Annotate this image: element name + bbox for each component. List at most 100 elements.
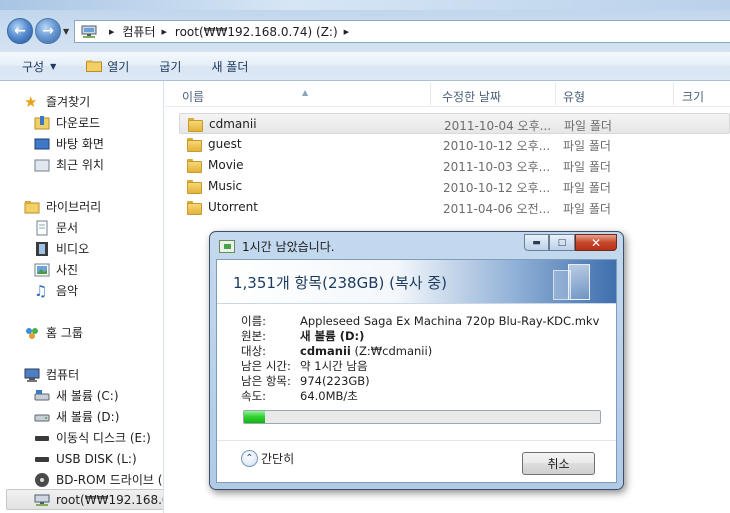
nav-recent[interactable]: 최근 위치 [34, 154, 104, 175]
nav-network-drive[interactable]: root(₩₩192.168.0.7 [6, 489, 163, 510]
window-controls: ▬ □ ✕ [524, 234, 617, 251]
breadcrumb-network-drive[interactable]: root(₩₩192.168.0.74) (Z:) [175, 25, 338, 39]
source-label: 원본: [241, 329, 267, 343]
usb-drive-icon [35, 456, 49, 462]
copy-progress-dialog[interactable]: 1시간 남았습니다. ▬ □ ✕ 1,351개 항목(238GB) (복사 중)… [209, 231, 624, 490]
folder-icon [187, 179, 202, 194]
open-folder-icon [86, 60, 103, 72]
nav-computer[interactable]: 컴퓨터 [24, 364, 79, 385]
minimize-icon: ▬ [532, 237, 541, 248]
nav-drive-d-label: 새 볼륨 (D:) [56, 410, 120, 424]
table-row[interactable]: Movie 2011-10-03 오후... 파일 폴더 [179, 155, 730, 176]
destination-value[interactable]: cdmanii [300, 344, 351, 358]
dialog-body: 1,351개 항목(238GB) (복사 중) 이름: Appleseed Sag… [216, 259, 617, 483]
cancel-button[interactable]: 취소 [522, 452, 595, 475]
file-type: 파일 폴더 [563, 181, 611, 195]
file-type: 파일 폴더 [563, 160, 611, 174]
nav-videos[interactable]: 비디오 [34, 238, 89, 259]
nav-favorites[interactable]: ★ 즐겨찾기 [24, 91, 90, 112]
name-value: Appleseed Saga Ex Machina 720p Blu-Ray-K… [300, 314, 600, 328]
nav-drive-l[interactable]: USB DISK (L:) [34, 448, 137, 469]
optical-disc-icon [35, 472, 49, 487]
nav-homegroup-label: 홈 그룹 [46, 326, 83, 340]
address-field[interactable]: ▶ 컴퓨터 ▶ root(₩₩192.168.0.74) (Z:) ▶ [74, 20, 730, 43]
nav-computer-label: 컴퓨터 [46, 368, 80, 382]
address-bar-area: ← → ▼ ▶ 컴퓨터 ▶ root(₩₩192.168.0.74) (Z:) … [0, 0, 730, 52]
new-folder-button[interactable]: 새 폴더 [193, 52, 260, 80]
breadcrumb-separator-icon[interactable]: ▶ [109, 28, 114, 36]
history-dropdown-icon[interactable]: ▼ [63, 27, 69, 36]
column-divider[interactable] [555, 83, 556, 105]
breadcrumb-separator-icon[interactable]: ▶ [344, 28, 349, 36]
breadcrumb-computer[interactable]: 컴퓨터 [122, 23, 155, 40]
film-icon [36, 241, 48, 256]
file-name: guest [208, 137, 242, 151]
file-date: 2010-10-12 오후... [443, 139, 551, 153]
nav-downloads-label: 다운로드 [56, 116, 101, 130]
items-remaining-value: 974(223GB) [300, 374, 370, 388]
command-bar: 구성 ▼ 열기 굽기 새 폴더 [0, 52, 730, 81]
nav-drive-c-label: 새 볼륨 (C:) [56, 389, 119, 403]
nav-pictures[interactable]: 사진 [34, 259, 78, 280]
library-icon [24, 200, 40, 213]
nav-drive-l-label: USB DISK (L:) [56, 451, 137, 466]
column-date-modified[interactable]: 수정한 날짜 [442, 88, 501, 105]
downloads-folder-icon [34, 115, 50, 129]
nav-desktop[interactable]: 바탕 화면 [34, 133, 104, 154]
source-value[interactable]: 새 볼륨 (D:) [300, 329, 364, 343]
table-row[interactable]: Utorrent 2011-04-06 오전... 파일 폴더 [179, 197, 730, 218]
dialog-title-bar[interactable]: 1시간 남았습니다. [219, 238, 335, 255]
column-size[interactable]: 크기 [682, 88, 704, 105]
copy-icon [219, 240, 235, 253]
copy-headline: 1,351개 항목(238GB) (복사 중) [233, 274, 447, 292]
folder-icon [188, 117, 203, 132]
progress-fill [244, 411, 266, 423]
column-type[interactable]: 유형 [563, 88, 585, 105]
nav-music-label: 음악 [56, 284, 79, 298]
organize-button[interactable]: 구성 ▼ [0, 52, 68, 80]
organize-label: 구성 [22, 59, 45, 74]
open-button[interactable]: 열기 [68, 52, 141, 80]
maximize-button[interactable]: □ [549, 234, 575, 251]
arrow-left-icon: ← [14, 23, 26, 39]
file-date: 2011-10-03 오후... [443, 160, 551, 174]
minimize-button[interactable]: ▬ [524, 234, 549, 251]
table-row[interactable]: Music 2010-10-12 오후... 파일 폴더 [179, 176, 730, 197]
nav-bdrom-label: BD-ROM 드라이브 ( [56, 473, 163, 487]
nav-drive-e[interactable]: 이동식 디스크 (E:) [34, 427, 151, 448]
less-details-button[interactable]: ⌃ 간단히 [241, 450, 294, 467]
removable-drive-icon [35, 435, 49, 441]
document-graphic-icon [568, 264, 590, 300]
nav-documents-label: 문서 [56, 221, 79, 235]
network-drive-icon [34, 494, 50, 506]
nav-documents[interactable]: 문서 [34, 217, 78, 238]
breadcrumb-separator-icon[interactable]: ▶ [162, 28, 167, 36]
info-destination-row: 대상: cdmanii (Z:₩cdmanii) [241, 343, 432, 359]
column-name[interactable]: 이름 [182, 88, 204, 105]
nav-music[interactable]: ♫ 음악 [34, 280, 78, 301]
column-divider[interactable] [430, 83, 431, 105]
back-button[interactable]: ← [7, 18, 33, 44]
table-row[interactable]: cdmanii 2011-10-04 오후... 파일 폴더 [179, 113, 730, 134]
close-button[interactable]: ✕ [575, 234, 617, 251]
nav-homegroup[interactable]: 홈 그룹 [24, 322, 83, 343]
nav-bdrom[interactable]: BD-ROM 드라이브 ( [34, 469, 162, 490]
nav-downloads[interactable]: 다운로드 [34, 112, 100, 133]
title-glow [0, 0, 730, 10]
file-type: 파일 폴더 [564, 119, 612, 133]
forward-button[interactable]: → [35, 18, 61, 44]
maximize-icon: □ [557, 237, 567, 248]
burn-label: 굽기 [159, 59, 182, 74]
nav-libraries[interactable]: 라이브러리 [24, 196, 101, 217]
burn-button[interactable]: 굽기 [141, 52, 193, 80]
speed-label: 속도: [241, 389, 267, 403]
nav-pictures-label: 사진 [56, 263, 79, 277]
speed-value: 64.0MB/초 [300, 389, 358, 403]
nav-drive-d[interactable]: 새 볼륨 (D:) [34, 406, 119, 427]
file-date: 2010-10-12 오후... [443, 181, 551, 195]
column-divider[interactable] [673, 83, 674, 105]
table-row[interactable]: guest 2010-10-12 오후... 파일 폴더 [179, 134, 730, 155]
nav-drive-c[interactable]: 새 볼륨 (C:) [34, 385, 119, 406]
file-name: Music [208, 179, 243, 193]
file-type: 파일 폴더 [563, 202, 611, 216]
